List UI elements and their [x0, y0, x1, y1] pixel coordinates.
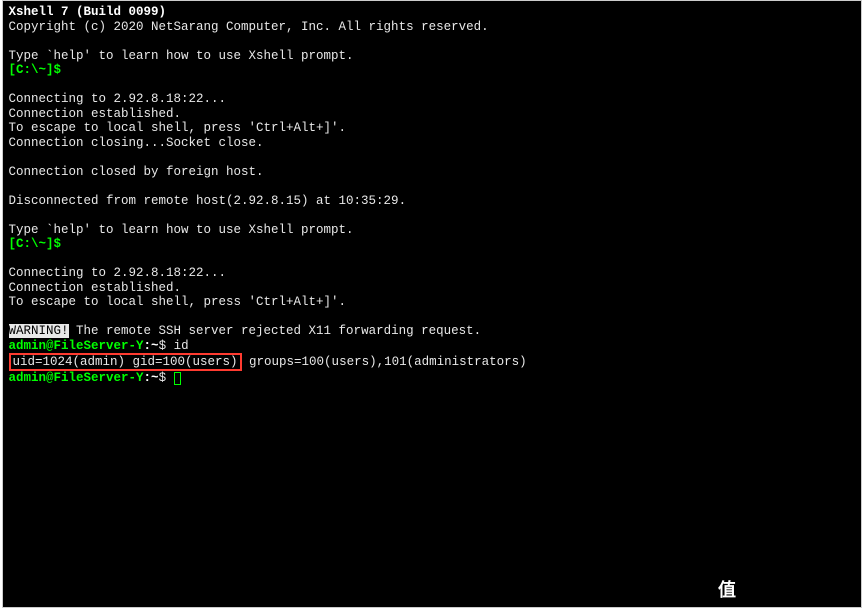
disconnected-line: Disconnected from remote host(2.92.8.15)… [9, 194, 407, 208]
established-line: Connection established. [9, 281, 182, 295]
warning-text: The remote SSH server rejected X11 forwa… [69, 324, 482, 338]
connecting-line: Connecting to 2.92.8.18:22... [9, 266, 227, 280]
escape-hint: To escape to local shell, press 'Ctrl+Al… [9, 295, 347, 309]
copyright-line: Copyright (c) 2020 NetSarang Computer, I… [9, 20, 489, 34]
local-prompt: [C:\~]$ [9, 63, 62, 77]
help-text: Type `help' to learn how to use Xshell p… [9, 223, 354, 237]
id-output-rest: groups=100(users),101(administrators) [242, 355, 527, 369]
local-prompt: [C:\~]$ [9, 237, 62, 251]
closing-line: Connection closing...Socket close. [9, 136, 264, 150]
app-title: Xshell 7 (Build 0099) [9, 5, 167, 19]
watermark-text: 什么值得买 [750, 575, 855, 604]
connecting-line: Connecting to 2.92.8.18:22... [9, 92, 227, 106]
help-text: Type `help' to learn how to use Xshell p… [9, 49, 354, 63]
ssh-prompt-dollar: $ [159, 339, 174, 353]
watermark-icon: 值 [710, 572, 744, 606]
warning-label: WARNING! [9, 324, 69, 338]
ssh-prompt-path: ~ [151, 339, 159, 353]
ssh-prompt-user: admin@FileServer-Y [9, 371, 144, 385]
ssh-prompt-dollar: $ [159, 371, 174, 385]
cursor-icon [174, 372, 181, 385]
ssh-prompt-sep: : [144, 339, 152, 353]
escape-hint: To escape to local shell, press 'Ctrl+Al… [9, 121, 347, 135]
ssh-prompt-sep: : [144, 371, 152, 385]
command-id: id [174, 339, 189, 353]
ssh-prompt-user: admin@FileServer-Y [9, 339, 144, 353]
ssh-prompt-path: ~ [151, 371, 159, 385]
id-output-highlighted: uid=1024(admin) gid=100(users) [9, 353, 242, 371]
closed-by-line: Connection closed by foreign host. [9, 165, 264, 179]
watermark: 值 什么值得买 [710, 572, 855, 606]
established-line: Connection established. [9, 107, 182, 121]
terminal-output[interactable]: Xshell 7 (Build 0099) Copyright (c) 2020… [2, 0, 862, 608]
